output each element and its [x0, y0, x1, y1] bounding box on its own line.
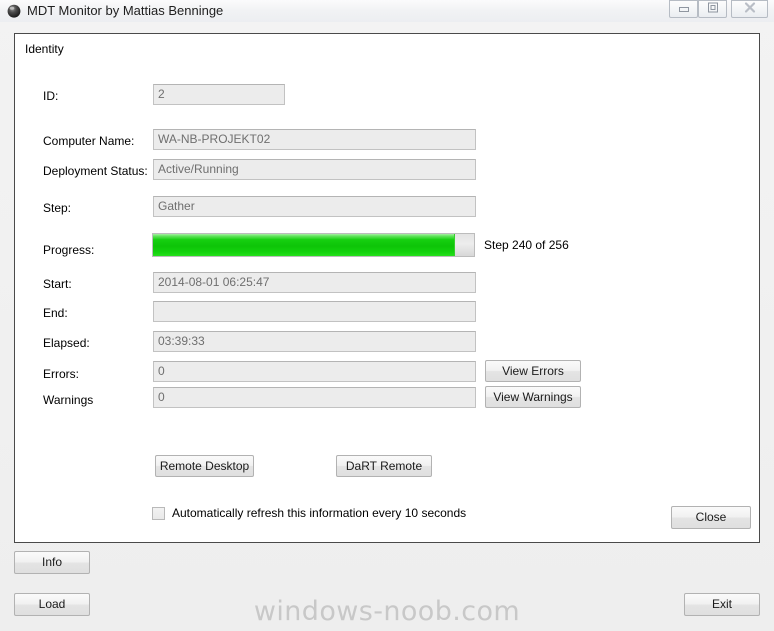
label-step: Step:	[43, 201, 72, 215]
start-field[interactable]: 2014-08-01 06:25:47	[153, 272, 476, 293]
progress-bar-fill	[153, 234, 455, 256]
label-computer-name: Computer Name:	[43, 134, 135, 148]
label-deployment-status: Deployment Status:	[43, 164, 148, 178]
restore-icon	[706, 2, 720, 17]
window-title: MDT Monitor by Mattias Benninge	[27, 3, 224, 18]
remote-desktop-button[interactable]: Remote Desktop	[155, 455, 254, 477]
auto-refresh-label: Automatically refresh this information e…	[172, 506, 467, 520]
close-button[interactable]	[731, 0, 768, 18]
end-field[interactable]	[153, 301, 476, 322]
progress-bar	[152, 233, 475, 257]
close-icon	[742, 1, 758, 18]
warnings-field[interactable]: 0	[153, 387, 476, 408]
identity-group-box: Identity ID: 2 Computer Name: WA-NB-PROJ…	[14, 33, 760, 543]
application-window: MDT Monitor by Mattias Benninge Identity…	[0, 0, 774, 631]
step-field[interactable]: Gather	[153, 196, 476, 217]
label-progress: Progress:	[43, 243, 95, 257]
elapsed-field[interactable]: 03:39:33	[153, 331, 476, 352]
minimize-icon	[677, 2, 691, 16]
computer-name-field[interactable]: WA-NB-PROJEKT02	[153, 129, 476, 150]
view-warnings-button[interactable]: View Warnings	[485, 386, 581, 408]
id-field[interactable]: 2	[153, 84, 285, 105]
deployment-status-field[interactable]: Active/Running	[153, 159, 476, 180]
label-start: Start:	[43, 277, 72, 291]
progress-caption: Step 240 of 256	[484, 238, 569, 252]
close-dialog-button[interactable]: Close	[671, 506, 751, 529]
app-sphere-icon	[6, 3, 22, 19]
maximize-button[interactable]	[698, 0, 727, 18]
label-errors: Errors:	[43, 367, 79, 381]
label-id: ID:	[43, 89, 59, 103]
view-errors-button[interactable]: View Errors	[485, 360, 581, 382]
info-button[interactable]: Info	[14, 551, 90, 574]
errors-field[interactable]: 0	[153, 361, 476, 382]
site-watermark: windows-noob.com	[253, 596, 521, 627]
title-bar: MDT Monitor by Mattias Benninge	[0, 0, 774, 22]
label-elapsed: Elapsed:	[43, 336, 90, 350]
minimize-button[interactable]	[669, 0, 698, 18]
dart-remote-button[interactable]: DaRT Remote	[336, 455, 432, 477]
auto-refresh-checkbox[interactable]	[152, 507, 165, 520]
label-end: End:	[43, 306, 68, 320]
label-warnings: Warnings	[43, 393, 94, 407]
identity-group-legend: Identity	[25, 42, 64, 56]
